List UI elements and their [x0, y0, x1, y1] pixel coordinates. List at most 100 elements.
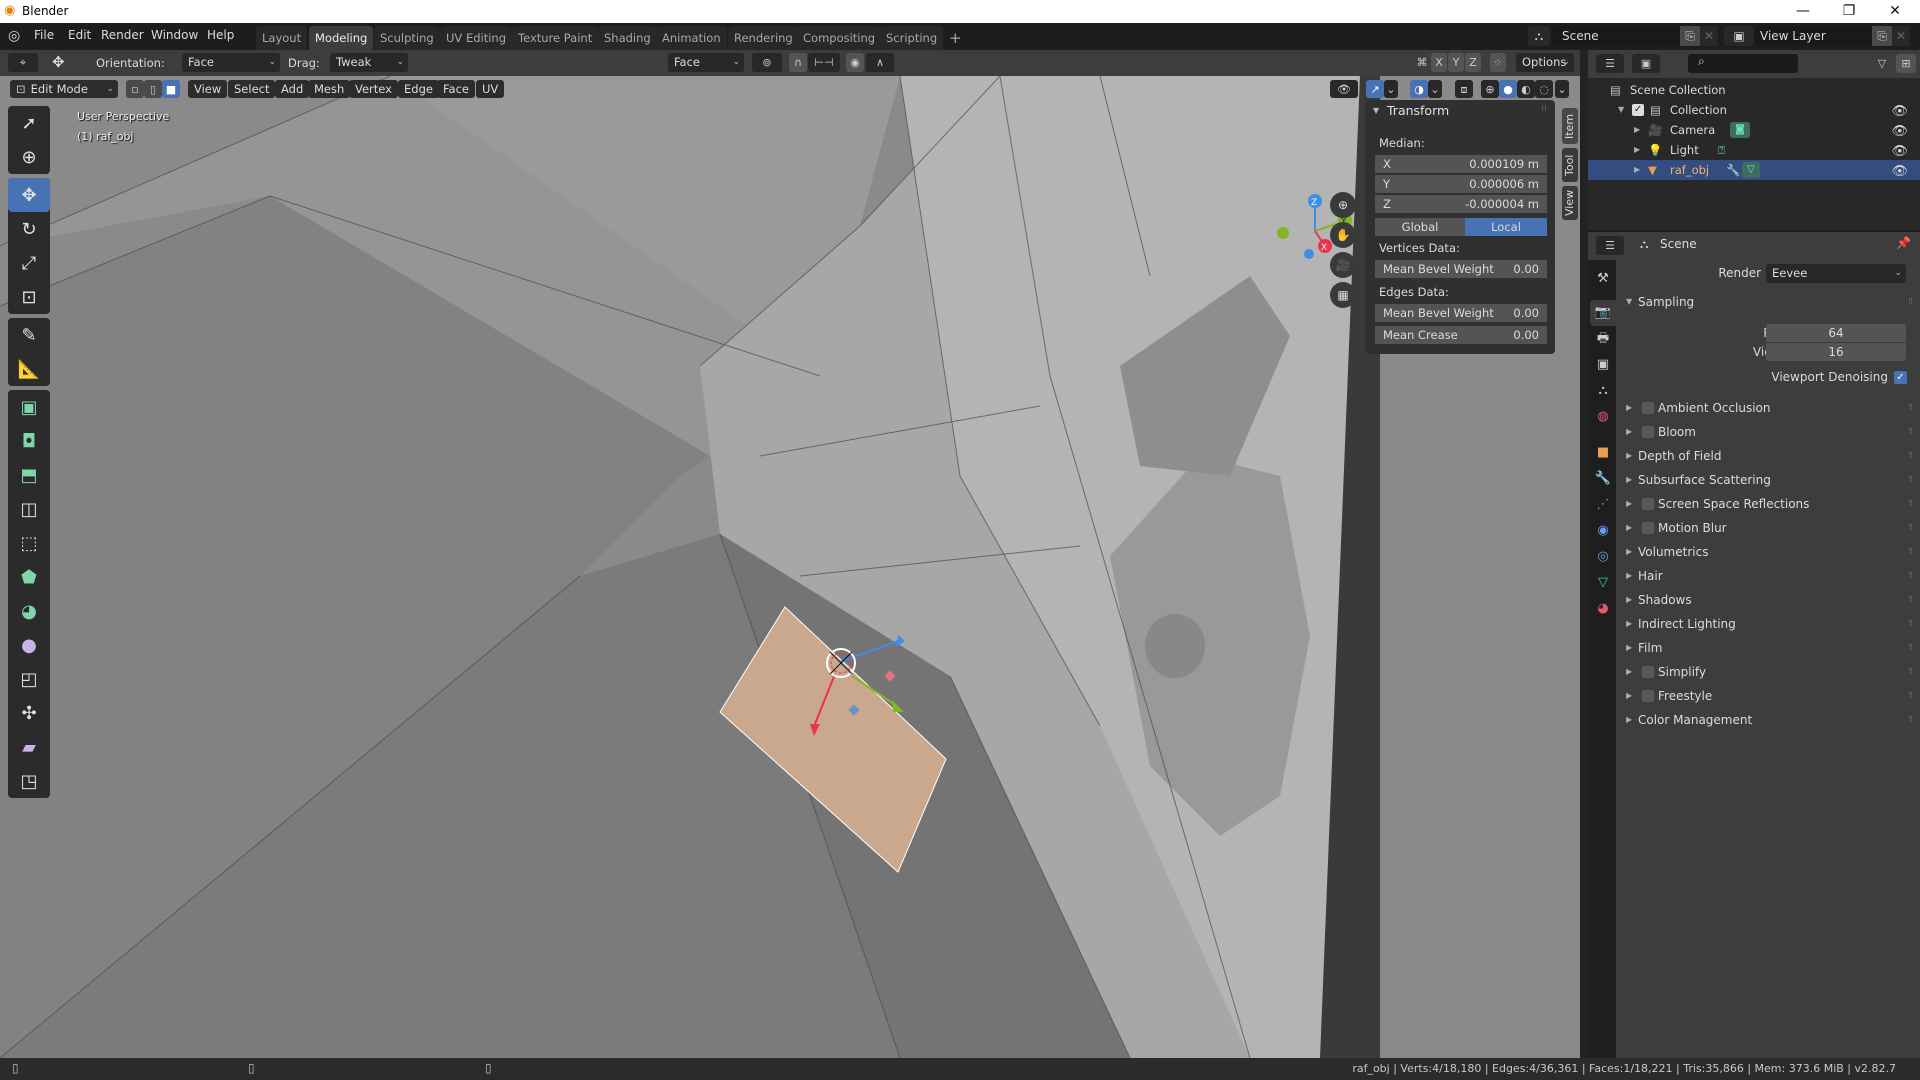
edge-select-mode-icon[interactable]: ▯ [144, 80, 162, 98]
3d-viewport[interactable]: Z Y X ⊡Edit Mode⌄ ▫ ▯ ■ View Select Add … [0, 76, 1580, 1058]
cursor-tool[interactable]: ⊕ [8, 140, 50, 174]
display-mode-icon[interactable]: ▣ [1632, 54, 1660, 73]
select-box-tool[interactable]: ➚ [8, 106, 50, 140]
tab-sculpting[interactable]: Sculpting [374, 26, 440, 50]
poly-build-tool[interactable]: ⬟ [8, 560, 50, 594]
scene-selector-icon[interactable]: ⛬ [1528, 26, 1550, 46]
mean-crease-field[interactable]: Mean Crease 0.00 [1375, 326, 1547, 344]
proportional-edit-icon[interactable]: ◉ [846, 53, 864, 72]
orientation-dropdown[interactable]: Face ⌄ [182, 53, 280, 72]
expand-arrow-icon[interactable]: ▼ [1618, 100, 1624, 120]
modifier-tab-icon[interactable]: 🔧 [1590, 466, 1616, 492]
snap-magnet-icon[interactable]: ∩ [789, 53, 807, 72]
measure-tool[interactable]: 📐 [8, 352, 50, 386]
blender-menu-icon[interactable]: ◎ [8, 28, 20, 44]
section-shadows[interactable]: ▶ Shadows ⁝⁝ [1618, 588, 1918, 612]
eye-icon[interactable]: 👁 [1891, 142, 1908, 162]
menu-add[interactable]: Add [275, 80, 310, 98]
delete-scene-icon[interactable]: ✕ [1700, 26, 1718, 46]
pivot-dropdown[interactable]: Face ⌄ [668, 53, 744, 72]
xray-toggle-icon[interactable]: ⧈ [1455, 80, 1473, 98]
inset-faces-tool[interactable]: ◘ [8, 424, 50, 458]
material-preview-icon[interactable]: ◐ [1517, 80, 1535, 98]
mirror-z-toggle[interactable]: Z [1465, 53, 1481, 72]
viewport-denoising-checkbox[interactable]: ✓ [1894, 371, 1907, 384]
section-enable-checkbox[interactable] [1642, 498, 1654, 510]
sidebar-tab-item[interactable]: Item [1562, 108, 1578, 144]
section-enable-checkbox[interactable] [1642, 522, 1654, 534]
expand-arrow-icon[interactable]: ▶ [1634, 140, 1640, 160]
tab-uv-editing[interactable]: UV Editing [440, 26, 512, 50]
edge-slide-tool[interactable]: ◰ [8, 662, 50, 696]
mesh-data-tab-icon[interactable]: ▽ [1590, 570, 1616, 596]
edge-bevel-weight-field[interactable]: Mean Bevel Weight 0.00 [1375, 304, 1547, 322]
output-tab-icon[interactable]: 🖶 [1590, 326, 1616, 352]
falloff-icon[interactable]: ∧ [866, 53, 894, 72]
tab-shading[interactable]: Shading [598, 26, 657, 50]
section-ambient-occlusion[interactable]: ▶ Ambient Occlusion ⁝⁝ [1618, 396, 1918, 420]
expand-arrow-icon[interactable]: ▶ [1634, 160, 1640, 180]
vertex-select-mode-icon[interactable]: ▫ [126, 80, 144, 98]
constraints-tab-icon[interactable]: ◎ [1590, 544, 1616, 570]
rip-region-tool[interactable]: ◳ [8, 764, 50, 798]
camera-data-icon[interactable]: ◙ [1730, 122, 1750, 138]
mesh-data-icon[interactable]: ▽ [1742, 162, 1760, 178]
object-tab-icon[interactable]: ■ [1590, 440, 1616, 466]
pan-view-icon[interactable]: ✋ [1330, 222, 1356, 248]
outliner-item-camera[interactable]: ▶ 🎥 Camera ◙ 👁 [1588, 120, 1920, 140]
expand-arrow-icon[interactable]: ▶ [1634, 120, 1640, 140]
close-button[interactable]: ✕ [1872, 0, 1918, 23]
render-samples-field[interactable]: 64 [1766, 324, 1906, 342]
add-workspace-button[interactable]: + [943, 26, 968, 50]
median-y-field[interactable]: Y 0.000006 m [1375, 175, 1547, 193]
menu-edit[interactable]: Edit [68, 28, 91, 42]
section-enable-checkbox[interactable] [1642, 402, 1654, 414]
menu-file[interactable]: File [34, 28, 54, 42]
camera-view-icon[interactable]: 🎥 [1330, 252, 1356, 278]
snap-increment-icon[interactable]: ⊢⊣ [808, 53, 840, 72]
view-layer-field[interactable]: View Layer [1754, 26, 1880, 46]
median-x-field[interactable]: X 0.000109 m [1375, 155, 1547, 173]
global-toggle[interactable]: Global [1375, 218, 1465, 236]
view-layer-selector-icon[interactable]: ▣ [1724, 26, 1754, 46]
light-data-icon[interactable]: ⍰ [1718, 140, 1725, 160]
bevel-tool[interactable]: ⬒ [8, 458, 50, 492]
mirror-x-toggle[interactable]: X [1431, 53, 1447, 72]
auto-merge-icon[interactable]: ⁘ [1490, 53, 1506, 72]
render-tab-icon[interactable]: 📷 [1590, 300, 1616, 326]
eye-icon[interactable]: 👁 [1891, 102, 1908, 122]
spin-tool[interactable]: ◕ [8, 594, 50, 628]
pin-icon[interactable]: 📌 [1896, 236, 1911, 250]
tab-rendering[interactable]: Rendering [728, 26, 799, 50]
section-sampling[interactable]: ▼ Sampling ⁝⁝ [1618, 290, 1918, 314]
zoom-view-icon[interactable]: ⊕ [1330, 192, 1356, 218]
smooth-tool[interactable]: ● [8, 628, 50, 662]
tab-texture-paint[interactable]: Texture Paint [512, 26, 599, 50]
new-view-layer-icon[interactable]: ⎘ [1872, 26, 1892, 46]
scale-tool[interactable]: ⤢ [8, 246, 50, 280]
render-engine-dropdown[interactable]: Eevee ⌄ [1766, 264, 1906, 283]
section-enable-checkbox[interactable] [1642, 690, 1654, 702]
collection-checkbox[interactable]: ✓ [1632, 104, 1644, 116]
delete-view-layer-icon[interactable]: ✕ [1892, 26, 1910, 46]
section-indirect-lighting[interactable]: ▶ Indirect Lighting ⁝⁝ [1618, 612, 1918, 636]
mirror-icon[interactable]: ⌘ [1414, 53, 1430, 72]
maximize-button[interactable]: ❐ [1826, 0, 1872, 23]
median-z-field[interactable]: Z -0.000004 m [1375, 195, 1547, 213]
menu-face[interactable]: Face [437, 80, 476, 98]
extrude-region-tool[interactable]: ▣ [8, 390, 50, 424]
section-subsurface-scattering[interactable]: ▶ Subsurface Scattering ⁝⁝ [1618, 468, 1918, 492]
loop-cut-tool[interactable]: ◫ [8, 492, 50, 526]
menu-uv[interactable]: UV [476, 80, 505, 98]
tab-animation[interactable]: Animation [656, 26, 727, 50]
section-screen-space-reflections[interactable]: ▶ Screen Space Reflections ⁝⁝ [1618, 492, 1918, 516]
new-collection-icon[interactable]: ⊞ [1896, 54, 1916, 73]
shrink-fatten-tool[interactable]: ✣ [8, 696, 50, 730]
eye-icon[interactable]: 👁 [1891, 122, 1908, 142]
transform-panel-title[interactable]: Transform [1387, 103, 1449, 118]
vertex-bevel-weight-field[interactable]: Mean Bevel Weight 0.00 [1375, 260, 1547, 278]
face-select-mode-icon[interactable]: ■ [162, 80, 180, 98]
solid-shading-icon[interactable]: ● [1499, 80, 1517, 98]
menu-mesh[interactable]: Mesh [308, 80, 351, 98]
overlays-dropdown-icon[interactable]: ⌄ [1428, 80, 1442, 98]
